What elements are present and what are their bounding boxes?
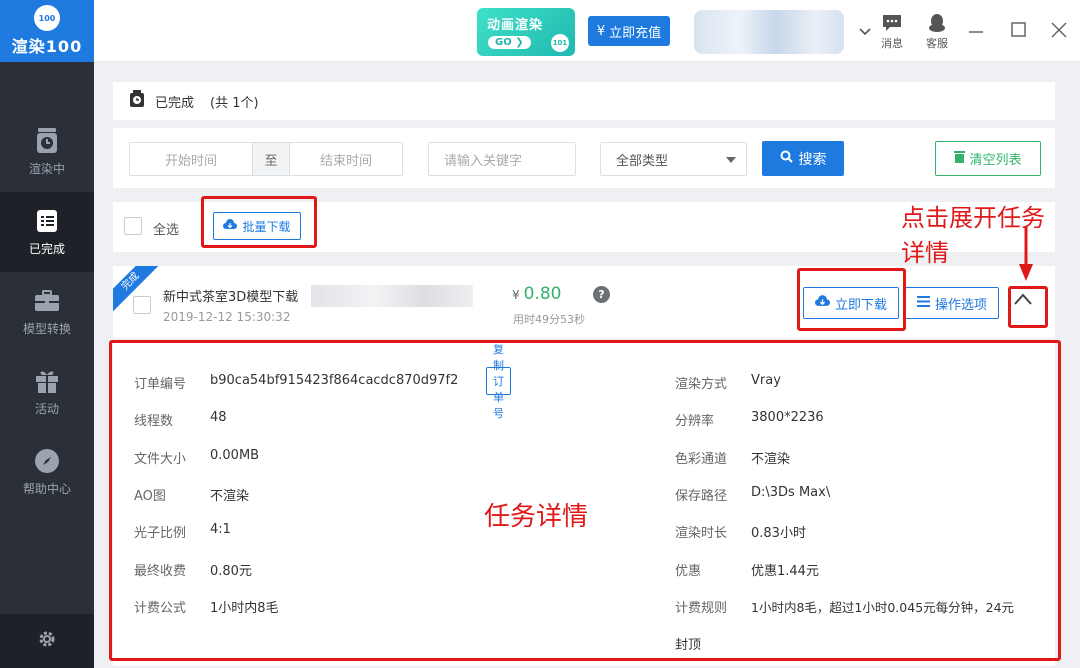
chat-icon — [882, 14, 902, 35]
annotation-box-download-now — [797, 268, 906, 331]
promo-title: 动画渲染 — [487, 18, 544, 33]
date-range-separator: 至 — [252, 143, 290, 175]
sidebar-item-label: 活动 — [34, 401, 59, 416]
penguin-icon — [927, 14, 947, 35]
menu-icon — [916, 295, 930, 311]
select-all-label: 全选 — [153, 223, 180, 238]
search-label: 搜索 — [798, 151, 827, 168]
close-icon[interactable] — [1049, 20, 1069, 40]
operation-options-label: 操作选项 — [934, 297, 987, 313]
gift-icon — [34, 368, 60, 394]
sidebar-item-label: 模型转换 — [22, 321, 71, 336]
chevron-down-icon[interactable] — [858, 26, 872, 41]
clear-list-label: 清空列表 — [969, 153, 1022, 168]
price-currency: ¥ — [512, 288, 520, 302]
page-title: 已完成 — [155, 95, 195, 111]
start-date-field[interactable]: 开始时间 — [130, 150, 252, 169]
promo-go-label: GO — [495, 37, 512, 48]
filter-bar: 开始时间 至 结束时间 请输入关键字 全部类型 搜索 清空列表 — [113, 128, 1055, 188]
task-checkbox[interactable] — [133, 296, 151, 314]
sidebar-item-completed[interactable]: 已完成 — [0, 192, 94, 272]
question-icon[interactable]: ? — [593, 286, 610, 303]
price-value: 0.80 — [523, 284, 562, 304]
task-time: 2019-12-12 15:30:32 — [163, 310, 291, 324]
annotation-box-expand — [1008, 286, 1048, 328]
maximize-icon[interactable] — [1008, 20, 1028, 40]
sidebar-item-rendering[interactable]: 渲染中 — [0, 112, 94, 192]
recharge-label: 立即充值 — [609, 25, 662, 41]
annotation-box-batch-download — [201, 196, 317, 248]
keyword-search-input[interactable]: 请输入关键字 — [428, 142, 576, 176]
sidebar-item-help[interactable]: 帮助中心 — [0, 432, 94, 512]
task-row: 完成 新中式茶室3D模型下载 2019-12-12 15:30:32 ¥0.80… — [113, 266, 1055, 338]
customer-service-button[interactable]: 客服 — [920, 14, 954, 51]
date-range-input: 开始时间 至 结束时间 — [129, 142, 403, 176]
search-icon — [780, 150, 793, 167]
user-account-blurred[interactable] — [694, 10, 844, 54]
settings-button[interactable] — [0, 614, 94, 668]
compass-icon — [34, 448, 60, 474]
type-select[interactable]: 全部类型 — [600, 142, 747, 176]
app-name: 渲染100 — [11, 37, 83, 56]
trash-icon — [954, 150, 966, 167]
list-icon — [34, 208, 60, 234]
app-logo: 100 — [34, 5, 60, 31]
operation-options-button[interactable]: 操作选项 — [905, 287, 999, 319]
sidebar-item-label: 帮助中心 — [22, 481, 71, 496]
annotation-details-label: 任务详情 — [484, 502, 589, 532]
select-all-checkbox[interactable] — [124, 217, 142, 235]
sidebar-item-label: 已完成 — [28, 241, 65, 256]
service-label: 客服 — [926, 37, 948, 50]
messages-label: 消息 — [881, 37, 903, 50]
page-header: 已完成 (共 1个) — [113, 82, 1055, 120]
app-brand: 100 渲染100 — [0, 0, 94, 62]
annotation-arrow-icon — [1019, 226, 1033, 281]
sidebar-item-model-convert[interactable]: 模型转换 — [0, 272, 94, 352]
task-count: (共 1个) — [210, 95, 259, 111]
timer-icon — [129, 90, 145, 112]
search-button[interactable]: 搜索 — [762, 141, 844, 176]
annotation-expand-hint-line2: 详情 — [901, 239, 949, 267]
end-date-field[interactable]: 结束时间 — [290, 150, 402, 169]
recharge-button[interactable]: ¥ 立即充值 — [588, 16, 670, 46]
task-elapsed: 用时49分53秒 — [513, 313, 585, 326]
type-select-value: 全部类型 — [616, 153, 669, 169]
minimize-icon[interactable] — [966, 20, 986, 40]
task-name-blurred — [311, 285, 473, 307]
caret-down-icon — [726, 152, 736, 167]
clock-icon — [34, 127, 60, 154]
top-bar: 动画渲染 GO ❯ 101 ¥ 立即充值 消息 客服 — [94, 0, 1080, 62]
sidebar: 100 渲染100 渲染中 已完成 模型转换 活动 帮助中心 — [0, 0, 94, 668]
gear-icon — [38, 630, 56, 652]
promo-banner[interactable]: 动画渲染 GO ❯ 101 — [477, 8, 575, 56]
yuan-icon: ¥ — [596, 23, 606, 39]
task-price: ¥0.80 — [512, 284, 562, 304]
sidebar-item-label: 渲染中 — [28, 161, 65, 176]
promo-badge: 101 — [551, 34, 569, 52]
messages-button[interactable]: 消息 — [875, 14, 909, 51]
sidebar-item-activity[interactable]: 活动 — [0, 352, 94, 432]
task-name: 新中式茶室3D模型下载 — [163, 290, 299, 305]
promo-go-button[interactable]: GO ❯ — [488, 36, 531, 49]
clear-list-button[interactable]: 清空列表 — [935, 141, 1041, 176]
briefcase-icon — [34, 288, 60, 314]
